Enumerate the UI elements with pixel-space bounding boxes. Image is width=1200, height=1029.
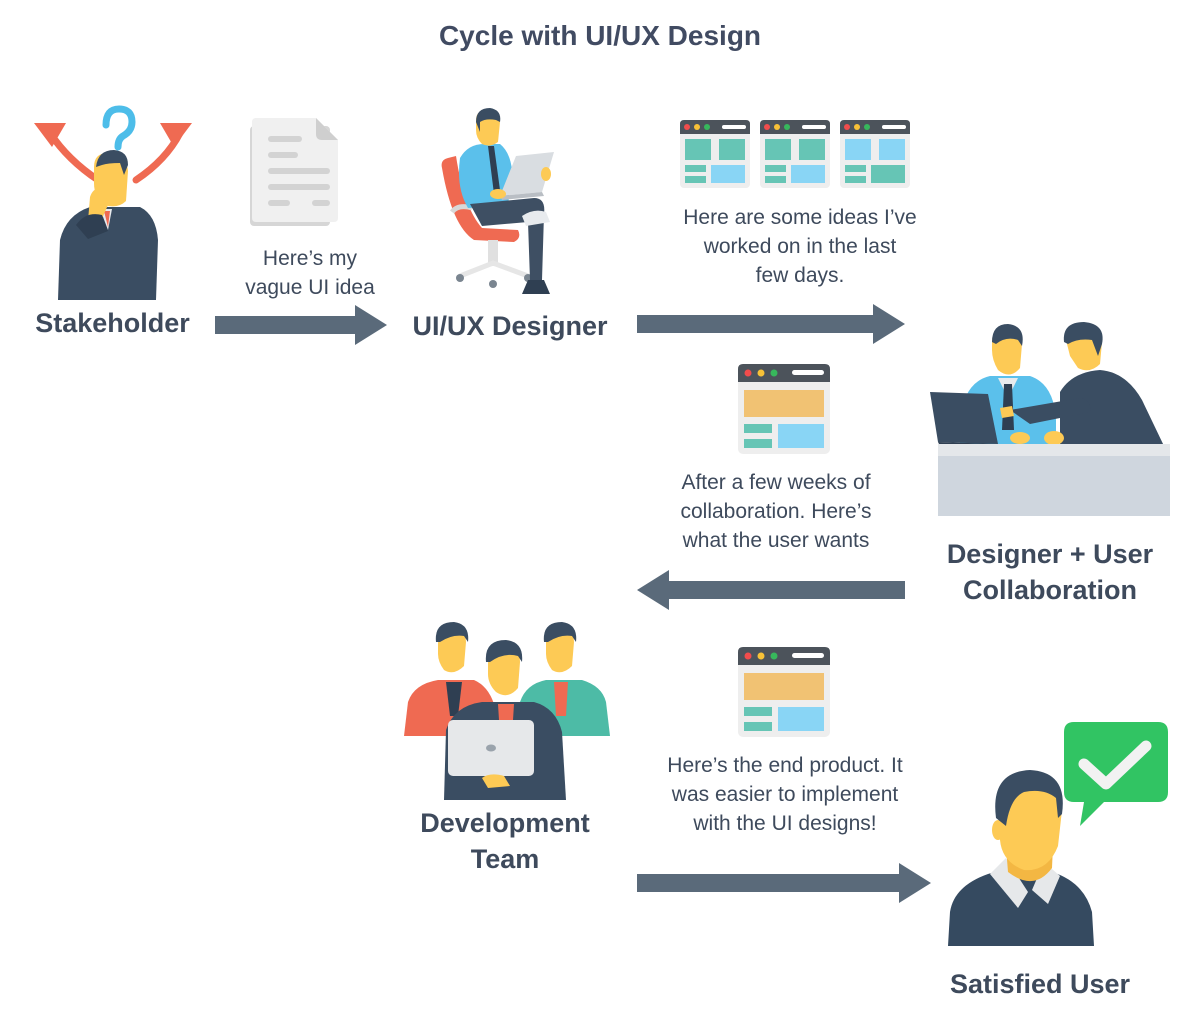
checkmark-speech-bubble-icon <box>1064 722 1168 826</box>
diagram-title: Cycle with UI/UX Design <box>438 20 762 51</box>
wireframe-icon <box>738 364 830 454</box>
node-label-line: Designer + User <box>946 539 1154 569</box>
development-team-illustration <box>404 622 610 800</box>
node-label-line: Collaboration <box>963 575 1137 605</box>
edge-caption-line: Here’s the end product. It <box>667 754 903 777</box>
node-label-stakeholder: Stakeholder <box>35 308 190 338</box>
node-label-line: Team <box>470 844 540 874</box>
satisfied-user-illustration <box>948 722 1168 946</box>
edge-caption-line: few days. <box>755 264 845 287</box>
edge-caption-line: worked on in the last <box>703 235 897 258</box>
wireframe-icon <box>738 647 830 737</box>
flow-arrow-right <box>637 863 931 903</box>
edge-caption-line: what the user wants <box>682 529 870 552</box>
edge-caption-line: After a few weeks of <box>681 471 871 494</box>
edge-caption-2: Here are some ideas I’ve worked on in th… <box>650 203 950 290</box>
node-label-line: Development <box>420 808 590 838</box>
node-label-designer: UI/UX Designer <box>412 311 608 341</box>
flow-arrow-left <box>637 570 905 610</box>
edge-caption-line: vague UI idea <box>245 276 375 299</box>
confusion-arrow-left-icon <box>34 123 102 184</box>
edge-caption-1: Here’s my vague UI idea <box>210 244 410 302</box>
stakeholder-illustration <box>34 105 192 300</box>
node-label-dev-team: Development Team <box>385 805 625 877</box>
wireframe-icon <box>760 120 830 188</box>
document-icon <box>250 118 338 226</box>
edge-caption-line: collaboration. Here’s <box>680 500 872 523</box>
edge-caption-3: After a few weeks of collaboration. Here… <box>626 468 926 555</box>
wireframe-icon <box>680 120 750 188</box>
edge-caption-4: Here’s the end product. It was easier to… <box>630 751 940 838</box>
flow-arrow-right <box>637 304 905 344</box>
edge-caption-line: Here’s my <box>262 247 358 270</box>
edge-caption-line: Here are some ideas I’ve <box>683 206 917 229</box>
node-label-collaboration: Designer + User Collaboration <box>920 536 1180 608</box>
collaboration-illustration <box>930 322 1170 516</box>
designer-illustration <box>441 108 554 294</box>
edge-caption-line: was easier to implement <box>671 783 899 806</box>
wireframe-icon <box>840 120 910 188</box>
edge-caption-line: with the UI designs! <box>693 812 877 835</box>
flow-arrow-right <box>215 305 387 345</box>
three-wireframes-icon <box>680 120 912 188</box>
node-label-satisfied-user: Satisfied User <box>949 969 1131 999</box>
confusion-arrow-right-icon <box>132 123 192 184</box>
